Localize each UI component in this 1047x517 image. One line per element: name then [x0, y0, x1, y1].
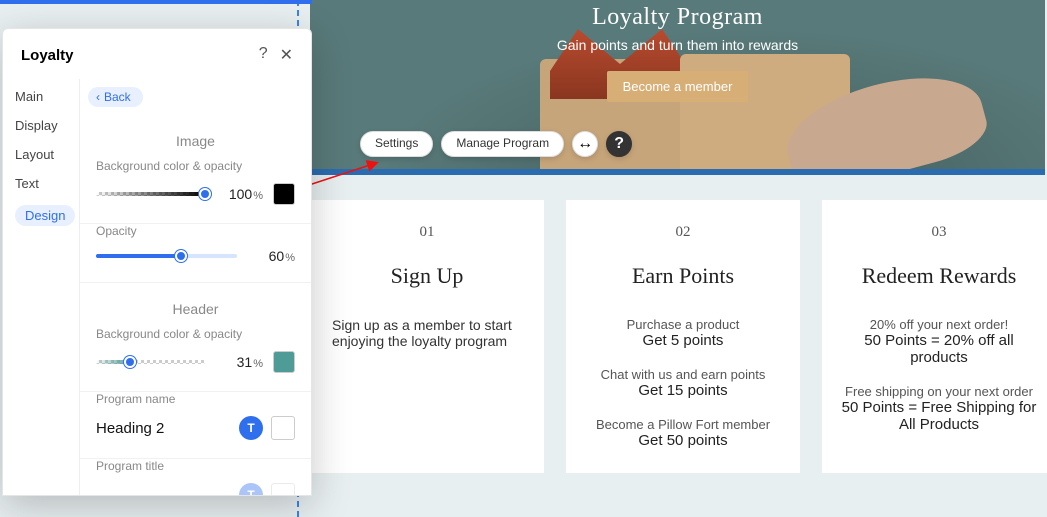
- panel-top-accent: [0, 0, 312, 4]
- field-image-bg-opacity: Background color & opacity 100%: [80, 159, 311, 224]
- tab-main[interactable]: Main: [15, 89, 79, 104]
- field-header-bg-opacity: Background color & opacity 31%: [80, 327, 311, 392]
- card-description: Sign up as a member to start enjoying th…: [326, 317, 528, 349]
- tab-display[interactable]: Display: [15, 118, 79, 133]
- close-icon[interactable]: ✕: [280, 45, 293, 65]
- bg-color-swatch[interactable]: [273, 183, 295, 205]
- header-bg-color-swatch[interactable]: [273, 351, 295, 373]
- field-program-title: Program title T: [80, 459, 311, 495]
- text-color-swatch[interactable]: [271, 483, 295, 495]
- opacity-slider[interactable]: [96, 254, 237, 258]
- floating-toolbar: Settings Manage Program ↔ ?: [360, 131, 632, 157]
- card-number: 03: [838, 224, 1040, 241]
- list-item-strong: 50 Points = 20% off all products: [838, 332, 1040, 366]
- settings-button[interactable]: Settings: [360, 131, 433, 157]
- header-bg-opacity-slider[interactable]: [96, 360, 205, 364]
- panel-header: Loyalty ? ✕: [3, 29, 311, 79]
- field-label: Program name: [96, 392, 295, 406]
- field-label: Opacity: [96, 224, 295, 238]
- tab-text[interactable]: Text: [15, 176, 79, 191]
- become-member-button[interactable]: Become a member: [607, 71, 749, 102]
- bg-opacity-value: 100%: [215, 186, 263, 202]
- text-theme-button[interactable]: T: [239, 483, 263, 495]
- hero-title: Loyalty Program: [310, 4, 1045, 31]
- field-image-opacity: Opacity 60%: [80, 224, 311, 283]
- card-earn-points[interactable]: 02 Earn Points Purchase a product Get 5 …: [566, 200, 800, 473]
- card-number: 01: [326, 224, 528, 241]
- design-panel: Loyalty ? ✕ Main Display Layout Text Des…: [2, 28, 312, 496]
- list-item: Chat with us and earn points: [582, 367, 784, 382]
- field-label: Background color & opacity: [96, 327, 295, 341]
- card-number: 02: [582, 224, 784, 241]
- list-item-strong: Get 15 points: [582, 382, 784, 399]
- header-bg-opacity-value: 31%: [215, 354, 263, 370]
- hero-subtitle: Gain points and turn them into rewards: [310, 37, 1045, 53]
- card-title: Sign Up: [326, 263, 528, 289]
- field-program-name: Program name Heading 2 T: [80, 392, 311, 459]
- panel-title: Loyalty: [21, 47, 74, 64]
- list-item-strong: Get 50 points: [582, 432, 784, 449]
- list-item: Become a Pillow Fort member: [582, 417, 784, 432]
- card-title: Redeem Rewards: [838, 263, 1040, 289]
- steps-row: 01 Sign Up Sign up as a member to start …: [310, 200, 1047, 473]
- text-theme-button[interactable]: T: [239, 416, 263, 440]
- list-item: Free shipping on your next order: [838, 384, 1040, 399]
- section-heading-image: Image: [80, 115, 311, 159]
- list-item: 20% off your next order!: [838, 317, 1040, 332]
- tab-design[interactable]: Design: [15, 205, 75, 226]
- field-label: Background color & opacity: [96, 159, 295, 173]
- card-sign-up[interactable]: 01 Sign Up Sign up as a member to start …: [310, 200, 544, 473]
- tab-layout[interactable]: Layout: [15, 147, 79, 162]
- back-button[interactable]: ‹ Back: [88, 87, 143, 107]
- bg-opacity-slider[interactable]: [96, 192, 205, 196]
- section-heading-header: Header: [80, 283, 311, 327]
- chevron-left-icon: ‹: [96, 90, 100, 104]
- text-color-swatch[interactable]: [271, 416, 295, 440]
- program-name-value[interactable]: Heading 2: [96, 420, 164, 437]
- panel-help-icon[interactable]: ?: [259, 45, 268, 65]
- manage-program-button[interactable]: Manage Program: [441, 131, 564, 157]
- card-redeem-rewards[interactable]: 03 Redeem Rewards 20% off your next orde…: [822, 200, 1047, 473]
- list-item-strong: Get 5 points: [582, 332, 784, 349]
- resize-icon: ↔: [577, 135, 593, 153]
- help-button[interactable]: ?: [606, 131, 632, 157]
- resize-button[interactable]: ↔: [572, 131, 598, 157]
- list-item-strong: 50 Points = Free Shipping for All Produc…: [838, 399, 1040, 433]
- opacity-value: 60%: [247, 248, 295, 264]
- help-icon: ?: [614, 135, 624, 153]
- panel-tabs: Main Display Layout Text Design: [3, 79, 79, 495]
- panel-content[interactable]: ‹ Back Image Background color & opacity …: [79, 79, 311, 495]
- back-label: Back: [104, 90, 131, 104]
- field-label: Program title: [96, 459, 295, 473]
- card-title: Earn Points: [582, 263, 784, 289]
- list-item: Purchase a product: [582, 317, 784, 332]
